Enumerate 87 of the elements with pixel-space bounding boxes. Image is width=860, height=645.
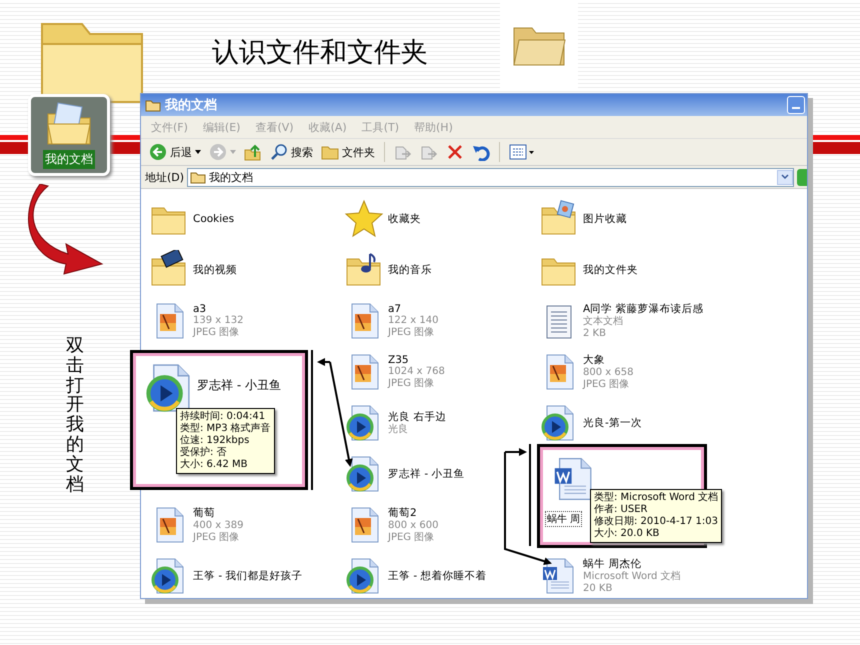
file-detail: JPEG 图像 — [193, 326, 240, 338]
file-item[interactable]: 光良-第一次 — [539, 402, 642, 442]
desktop-icon[interactable]: 我的文档 — [28, 94, 110, 176]
file-name: 光良 右手边 — [388, 410, 446, 424]
file-item[interactable]: 王筝 - 我们都是好孩子 — [149, 556, 302, 596]
file-name: 我的文件夹 — [583, 262, 638, 276]
tooltip-line: 持续时间: 0:04:41 — [180, 411, 266, 422]
dropdown-button[interactable] — [777, 170, 793, 184]
slide-caption: 双击打开我的文档 — [66, 336, 84, 494]
undo-button[interactable] — [470, 143, 492, 161]
file-item[interactable]: 大象 800 x 658 JPEG 图像 — [539, 352, 634, 392]
folders-button[interactable]: 文件夹 — [319, 143, 377, 161]
file-name: 光良-第一次 — [583, 416, 642, 430]
file-detail: 139 x 132 — [193, 314, 244, 326]
file-name: 蜗牛 周杰伦 — [583, 556, 642, 570]
file-name: A同学 紫藤萝瀑布读后感 — [583, 302, 704, 316]
file-item[interactable]: 光良 右手边 光良 — [344, 402, 446, 442]
file-name: Cookies — [193, 212, 234, 224]
file-name: 我的音乐 — [388, 262, 432, 276]
file-item[interactable]: 我的视频 — [149, 250, 237, 290]
back-button[interactable]: 后退 — [147, 143, 203, 161]
tooltip-line: 修改日期: 2010-4-17 1:03 — [594, 516, 718, 528]
file-item[interactable]: 蜗牛 周杰伦 Microsoft Word 文档 20 KB — [539, 556, 681, 596]
file-detail: JPEG 图像 — [388, 378, 436, 390]
file-detail: 光良 — [388, 424, 409, 436]
tooltip-line: 作者: USER — [594, 504, 648, 516]
file-item[interactable]: a3 139 x 132 JPEG 图像 — [149, 300, 244, 340]
desktop-icon-label: 我的文档 — [43, 150, 95, 169]
file-item[interactable]: 葡萄 400 x 389 JPEG 图像 — [149, 504, 244, 544]
file-name: 我的视频 — [193, 262, 237, 276]
file-item[interactable]: 葡萄2 800 x 600 JPEG 图像 — [344, 504, 438, 544]
file-name: 大象 — [583, 352, 606, 366]
tooltip-line: 大小: 6.42 MB — [180, 459, 248, 471]
file-name: Z35 — [388, 354, 410, 366]
file-detail: JPEG 图像 — [193, 532, 240, 544]
slide-title: 认识文件和文件夹 — [211, 36, 429, 70]
file-name: 罗志祥 - 小丑鱼 — [388, 466, 464, 480]
caret-icon — [781, 174, 789, 180]
file-detail: JPEG 图像 — [583, 378, 630, 390]
tooltip-line: 类型: Microsoft Word 文档 — [594, 492, 718, 504]
file-detail: 400 x 389 — [193, 520, 244, 532]
file-name: 蜗牛 周 — [545, 511, 582, 527]
tooltip-line: 位速: 192kbps — [180, 435, 250, 446]
address-field[interactable]: 我的文档 — [187, 168, 794, 186]
caret-icon — [195, 150, 201, 154]
file-detail: 文本文档 — [583, 316, 624, 328]
file-name: a7 — [388, 302, 402, 314]
minimize-button[interactable] — [787, 96, 805, 114]
window-title: 我的文档 — [165, 96, 217, 114]
tooltip-line: 大小: 20.0 KB — [594, 528, 660, 540]
file-detail: 20 KB — [583, 582, 614, 594]
file-detail: 2 KB — [583, 328, 607, 340]
file-detail: 800 x 600 — [388, 520, 438, 532]
file-detail: JPEG 图像 — [388, 326, 436, 338]
folder-icon — [190, 170, 206, 184]
file-item[interactable]: 图片收藏 — [539, 198, 627, 238]
tooltip-line: 类型: MP3 格式声音 — [180, 423, 271, 434]
forward-button[interactable] — [207, 143, 238, 161]
file-name: 罗志祥 - 小丑鱼 — [197, 377, 281, 394]
search-button[interactable]: 搜索 — [268, 143, 315, 161]
file-item[interactable]: 收藏夹 — [344, 198, 421, 238]
file-detail: Microsoft Word 文档 — [583, 570, 681, 582]
file-detail: 1024 x 768 — [388, 366, 445, 378]
star-icon — [344, 198, 384, 238]
file-item[interactable]: Z35 1024 x 768 JPEG 图像 — [344, 352, 445, 392]
file-name: 收藏夹 — [388, 212, 421, 226]
file-name: 王筝 - 想着你睡不着 — [388, 568, 486, 582]
file-name: 葡萄2 — [388, 506, 418, 520]
views-button[interactable] — [507, 143, 537, 161]
file-name: 王筝 - 我们都是好孩子 — [193, 568, 302, 582]
file-item[interactable]: 王筝 - 想着你睡不着 — [344, 556, 486, 596]
file-name: a3 — [193, 302, 208, 314]
file-detail: 800 x 658 — [583, 366, 634, 378]
file-detail: JPEG 图像 — [388, 532, 436, 544]
file-item[interactable]: A同学 紫藤萝瀑布读后感 文本文档 2 KB — [539, 300, 704, 340]
file-item[interactable]: Cookies — [149, 198, 234, 238]
file-detail: 122 x 140 — [388, 314, 438, 326]
file-item[interactable]: a7 122 x 140 JPEG 图像 — [344, 300, 438, 340]
tooltip-line: 受保护: 否 — [180, 447, 228, 458]
file-name: 图片收藏 — [583, 212, 627, 226]
caret-icon — [230, 150, 236, 154]
file-item[interactable]: 我的音乐 — [344, 250, 432, 290]
file-item[interactable]: 我的文件夹 — [539, 250, 638, 290]
file-item[interactable]: 罗志祥 - 小丑鱼 — [344, 454, 464, 494]
search-icon — [270, 143, 288, 161]
file-name: 葡萄 — [193, 506, 216, 520]
address-label: 地址(D) — [145, 170, 184, 184]
